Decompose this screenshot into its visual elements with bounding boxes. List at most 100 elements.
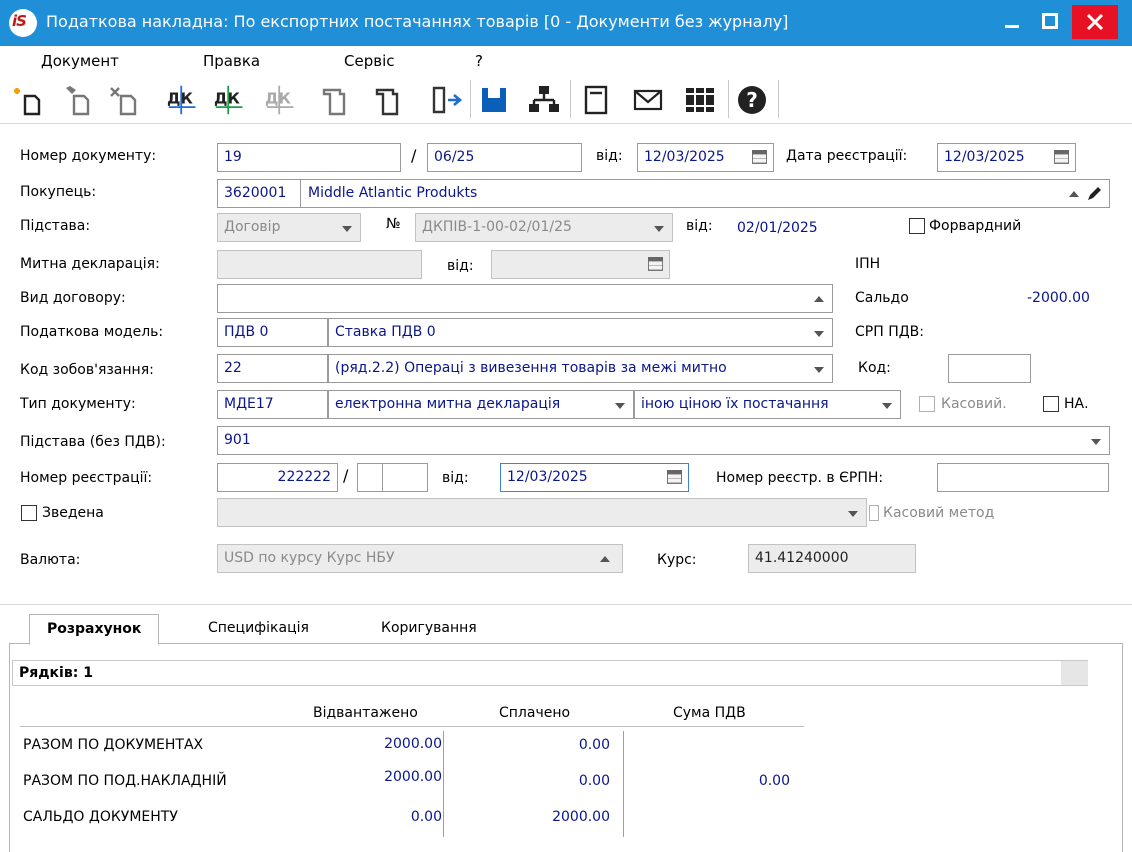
doc-date-field[interactable]: 12/03/2025 (637, 143, 774, 172)
calendar-icon[interactable] (667, 470, 682, 484)
customs-date-field[interactable] (491, 250, 670, 279)
menu-help[interactable]: ? (475, 52, 483, 70)
erpn-label: Номер реєстр. в ЄРПН: (716, 470, 884, 486)
customs-field[interactable] (217, 250, 422, 279)
menu-document[interactable]: Документ (41, 52, 119, 70)
tax-model-name: Ставка ПДВ 0 (335, 324, 436, 340)
rate-field[interactable]: 41.41240000 (748, 544, 916, 573)
srp-label: СРП ПДВ: (855, 324, 924, 340)
na-checkbox[interactable] (1043, 396, 1059, 412)
buyer-up-arrow-icon[interactable] (1069, 191, 1079, 197)
code-label: Код: (858, 360, 891, 376)
tax-model-label: Податкова модель: (20, 324, 164, 340)
svg-text:ДК: ДК (167, 90, 193, 108)
rate-label: Курс: (657, 552, 697, 568)
toolbar-separator (570, 80, 571, 118)
reg-date-field[interactable]: 12/03/2025 (937, 143, 1076, 172)
edit-doc-icon[interactable] (62, 84, 94, 116)
doc-type-label: Тип документу: (20, 396, 136, 412)
obligation-name: (ряд.2.2) Операці з вивезення товарів за… (335, 360, 727, 376)
obligation-select[interactable]: (ряд.2.2) Операці з вивезення товарів за… (328, 354, 833, 383)
consolidated-select[interactable] (217, 498, 867, 527)
calendar-icon[interactable] (648, 257, 663, 271)
na-label: НА. (1064, 396, 1089, 412)
doc-suffix-field[interactable]: 06/25 (427, 143, 582, 172)
form-icon[interactable] (580, 84, 612, 116)
tax-model-select[interactable]: Ставка ПДВ 0 (328, 318, 833, 347)
consolidated-checkbox[interactable] (21, 505, 37, 521)
copy-doc-icon[interactable] (320, 84, 352, 116)
menu-edit[interactable]: Правка (203, 52, 260, 70)
tab-calculation[interactable]: Розрахунок (29, 614, 160, 645)
basis-select[interactable]: Договір (217, 213, 361, 242)
forward-checkbox[interactable] (909, 218, 925, 234)
currency-value: USD по курсу Курс НБУ (224, 550, 395, 566)
structure-icon[interactable] (528, 84, 560, 116)
chevron-down-icon[interactable] (342, 226, 352, 232)
reg-number-field[interactable]: 222222 (217, 463, 338, 492)
doc-type-select[interactable]: електронна митна декларація (328, 390, 634, 419)
chevron-down-icon[interactable] (1091, 439, 1101, 445)
pencil-icon[interactable] (1086, 186, 1102, 202)
chevron-down-icon[interactable] (654, 226, 664, 232)
copy-doc-2-icon[interactable] (373, 84, 405, 116)
code-field[interactable] (948, 354, 1031, 383)
shipped-cell: 2000.00 (384, 769, 442, 785)
delete-doc-icon[interactable] (109, 84, 141, 116)
calendar-icon[interactable] (752, 150, 767, 164)
minimize-button[interactable] (994, 5, 1030, 39)
help-icon[interactable]: ? (736, 84, 768, 116)
doc-number-label: Номер документу: (20, 148, 157, 164)
debit-credit-disabled-icon[interactable]: ДК (265, 84, 297, 116)
cash-method-checkbox[interactable] (869, 505, 879, 521)
chevron-down-icon[interactable] (882, 403, 892, 409)
reg-from-date-field[interactable]: 12/03/2025 (500, 463, 689, 492)
chevron-down-icon[interactable] (814, 367, 824, 373)
rows-count-bar: Рядків: 1 (12, 660, 1088, 686)
buyer-code: 3620001 (224, 185, 287, 201)
svg-text:ДК: ДК (265, 90, 291, 108)
chevron-up-icon[interactable] (814, 296, 824, 302)
mail-icon[interactable] (632, 84, 664, 116)
create-doc-icon[interactable] (13, 84, 45, 116)
chevron-down-icon[interactable] (848, 511, 858, 517)
books-icon[interactable] (684, 84, 716, 116)
debit-credit-green-icon[interactable]: ДК (214, 84, 246, 116)
contract-type-field[interactable] (217, 284, 833, 313)
chevron-down-icon[interactable] (615, 403, 625, 409)
basis-nonvat-select[interactable]: 901 (217, 426, 1110, 455)
calendar-icon[interactable] (1054, 150, 1069, 164)
customs-label: Митна декларація: (20, 256, 160, 272)
currency-select[interactable]: USD по курсу Курс НБУ (217, 544, 623, 573)
forward-label: Форвардний (929, 218, 1022, 234)
menu-bar (0, 46, 1132, 76)
consolidated-label: Зведена (42, 505, 104, 521)
maximize-button[interactable] (1032, 5, 1068, 39)
reg-number-slash: / (343, 466, 349, 485)
exit-icon[interactable] (430, 84, 462, 116)
doc-number-field[interactable]: 19 (217, 143, 401, 172)
close-button[interactable] (1072, 5, 1118, 39)
doc-type-code-field[interactable]: МДЕ17 (217, 390, 328, 419)
erpn-field[interactable] (937, 463, 1109, 492)
debit-credit-icon[interactable]: ДК (167, 84, 199, 116)
reg-number-suffix-field[interactable] (357, 463, 428, 492)
doc-type-extra-select[interactable]: іною ціною їх постачання (634, 390, 901, 419)
tab-corrections[interactable]: Коригування (364, 614, 494, 644)
cash-checkbox[interactable] (919, 396, 935, 412)
rows-bar-scroll[interactable] (1061, 661, 1088, 685)
chevron-up-icon[interactable] (600, 556, 610, 562)
contract-no-select[interactable]: ДКПІВ-1-00-02/01/25 (415, 213, 673, 242)
menu-service[interactable]: Сервіс (344, 52, 394, 70)
tab-specification[interactable]: Специфікація (191, 614, 326, 644)
save-icon[interactable] (478, 84, 510, 116)
buyer-field[interactable]: 3620001 Middle Atlantic Produkts (217, 179, 1110, 208)
reg-from-label: від: (442, 470, 469, 486)
svg-text:ДК: ДК (214, 90, 240, 108)
balance-label: Сальдо (855, 290, 909, 306)
chevron-down-icon[interactable] (814, 331, 824, 337)
buyer-name: Middle Atlantic Produkts (308, 185, 478, 201)
doc-date-value: 12/03/2025 (644, 149, 725, 165)
tax-model-code-field[interactable]: ПДВ 0 (217, 318, 328, 347)
obligation-code-field[interactable]: 22 (217, 354, 328, 383)
